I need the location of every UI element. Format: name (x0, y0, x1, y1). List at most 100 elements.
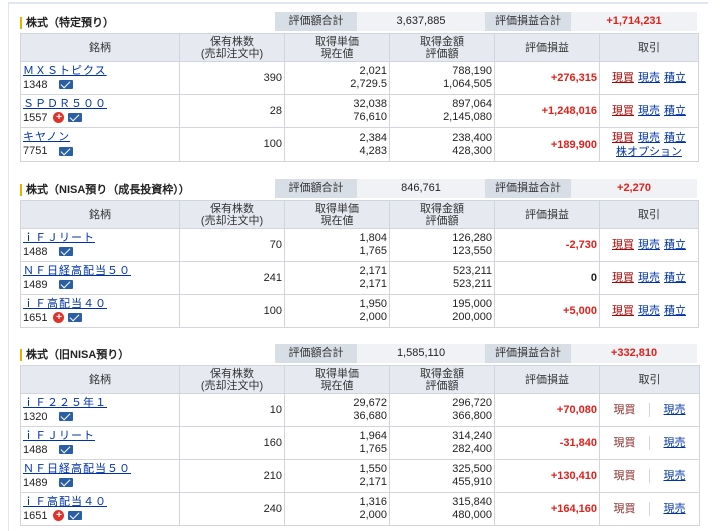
accumulate-button[interactable]: 積立 (664, 132, 686, 144)
sell-button[interactable]: 現売 (664, 502, 686, 516)
sell-button[interactable]: 現売 (664, 436, 686, 450)
sell-button[interactable]: 現売 (638, 239, 660, 251)
price-cell: 2,384 4,283 (284, 127, 390, 162)
cost-amount: 315,840 (452, 496, 492, 508)
accumulate-button[interactable]: 積立 (664, 272, 686, 284)
pl-cell: +130,410 (494, 459, 600, 493)
accumulate-button[interactable]: 積立 (664, 239, 686, 251)
header-amount-line2: 評価額 (425, 379, 459, 392)
security-code-line: 1651 + (23, 311, 179, 325)
security-code: 1320 (23, 410, 48, 423)
add-plus-icon[interactable]: + (53, 112, 65, 123)
table-row: ｉＦＪリート 1488 160 1,964 1,765 314,240 282,40… (20, 426, 700, 460)
header-cost-line1: 取得単価 (315, 367, 359, 380)
current-price: 2,000 (359, 509, 387, 521)
sell-button[interactable]: 現売 (664, 403, 686, 417)
stock-option-link[interactable]: 株オプション (616, 146, 682, 158)
mail-icon[interactable] (68, 511, 83, 520)
quantity-cell: 100 (179, 294, 285, 328)
holdings-section: 株式（旧NISA預り） 評価額合計 1,585,110 評価損益合計 +332,… (20, 344, 700, 526)
mail-icon[interactable] (68, 313, 83, 322)
add-plus-icon[interactable]: + (53, 510, 65, 521)
cost-price: 32,038 (353, 98, 387, 110)
security-name-link[interactable]: ｉＦ２２５年１ (23, 397, 179, 410)
current-price: 1,765 (359, 245, 387, 257)
holdings-table: 銘柄 保有株数 (売却注文中) 取得単価 現在値 取得金額 評価額 評価損益 取引 ｉ… (20, 200, 699, 328)
section-title: 株式（特定預り） (20, 17, 114, 29)
buy-button[interactable]: 現買 (614, 469, 636, 483)
cost-amount: 314,240 (452, 430, 492, 442)
header-qty-line1: 保有株数 (210, 202, 254, 215)
total-pl-label: 評価損益合計 (485, 179, 571, 198)
cost-amount: 788,190 (452, 65, 492, 77)
market-value: 2,145,080 (443, 111, 492, 123)
summary-bar: 評価額合計 1,585,110 評価損益合計 +332,810 (275, 344, 697, 363)
holdings-table: 銘柄 保有株数 (売却注文中) 取得単価 現在値 取得金額 評価額 評価損益 取引 ｉ… (20, 365, 700, 526)
security-name-link[interactable]: ｉＦＪリート (23, 430, 179, 443)
header-cost: 取得単価 現在値 (284, 33, 390, 62)
buy-button[interactable]: 現買 (612, 305, 634, 317)
mail-icon[interactable] (59, 146, 74, 156)
header-amount-line1: 取得金額 (420, 367, 464, 380)
accumulate-button[interactable]: 積立 (664, 105, 686, 117)
security-code: 1488 (23, 245, 48, 258)
security-cell: ＭＸＳトピクス 1348 (20, 61, 180, 95)
buy-button[interactable]: 現買 (614, 403, 636, 417)
accumulate-button[interactable]: 積立 (664, 72, 686, 84)
buy-button[interactable]: 現買 (612, 272, 634, 284)
mail-icon[interactable] (59, 412, 74, 421)
security-name-link[interactable]: ＭＸＳトピクス (23, 65, 179, 78)
total-pl: +1,714,231 (571, 12, 697, 31)
buy-button[interactable]: 現買 (614, 502, 636, 516)
header-name: 銘柄 (20, 365, 180, 394)
buy-button[interactable]: 現買 (612, 132, 634, 144)
price-cell: 32,038 76,610 (284, 94, 390, 128)
security-name-link[interactable]: ＮＦ日経高配当５０ (23, 463, 179, 476)
market-value: 123,550 (452, 245, 492, 257)
mail-icon[interactable] (59, 445, 74, 454)
market-value: 282,400 (452, 443, 492, 455)
sell-button[interactable]: 現売 (638, 272, 660, 284)
cost-price: 2,384 (359, 131, 387, 144)
security-code-line: 1651 + (23, 509, 179, 523)
buy-button[interactable]: 現買 (612, 72, 634, 84)
mail-icon[interactable] (59, 80, 74, 89)
security-name-link[interactable]: ＮＦ日経高配当５０ (23, 265, 179, 278)
buy-button[interactable]: 現買 (612, 239, 634, 251)
accumulate-button[interactable]: 積立 (664, 305, 686, 317)
mail-icon[interactable] (59, 280, 74, 289)
mail-icon[interactable] (68, 113, 83, 122)
security-name-link[interactable]: キヤノン (23, 131, 179, 144)
security-code-line: 1489 (23, 278, 179, 292)
security-name-link[interactable]: ｉＦ高配当４０ (23, 298, 179, 311)
mail-icon[interactable] (59, 247, 74, 256)
price-cell: 1,316 2,000 (284, 492, 390, 526)
section-title: 株式（旧NISA預り） (20, 349, 129, 361)
security-cell: ＮＦ日経高配当５０ 1489 (20, 261, 180, 295)
sell-button[interactable]: 現売 (638, 72, 660, 84)
sell-button[interactable]: 現売 (638, 305, 660, 317)
quantity-cell: 240 (179, 492, 285, 526)
security-cell: ＮＦ日経高配当５０ 1489 (20, 459, 180, 493)
section-header: 株式（旧NISA預り） 評価額合計 1,585,110 評価損益合計 +332,… (20, 344, 700, 366)
pl-cell: +276,315 (494, 61, 600, 95)
security-name-link[interactable]: ＳＰＤＲ５００ (23, 98, 179, 111)
table-row: ｉＦ高配当４０ 1651 + 240 1,316 2,000 315,840 480… (20, 492, 700, 526)
security-name-link[interactable]: ｉＦ高配当４０ (23, 496, 179, 509)
total-pl-label: 評価損益合計 (485, 12, 571, 31)
add-plus-icon[interactable]: + (53, 312, 65, 323)
mail-icon[interactable] (59, 478, 74, 487)
header-amount-line1: 取得金額 (420, 202, 464, 215)
buy-button[interactable]: 現買 (614, 436, 636, 450)
sell-button[interactable]: 現売 (638, 132, 660, 144)
pl-cell: -2,730 (494, 228, 600, 262)
sell-button[interactable]: 現売 (664, 469, 686, 483)
cost-amount: 523,211 (453, 265, 492, 277)
security-code-line: 1320 (23, 410, 179, 424)
sell-button[interactable]: 現売 (638, 105, 660, 117)
total-value: 3,637,885 (357, 12, 485, 31)
header-qty-line1: 保有株数 (210, 35, 254, 48)
security-name-link[interactable]: ｉＦＪリート (23, 232, 179, 245)
buy-button[interactable]: 現買 (612, 105, 634, 117)
security-code-line: 7751 (23, 144, 179, 158)
